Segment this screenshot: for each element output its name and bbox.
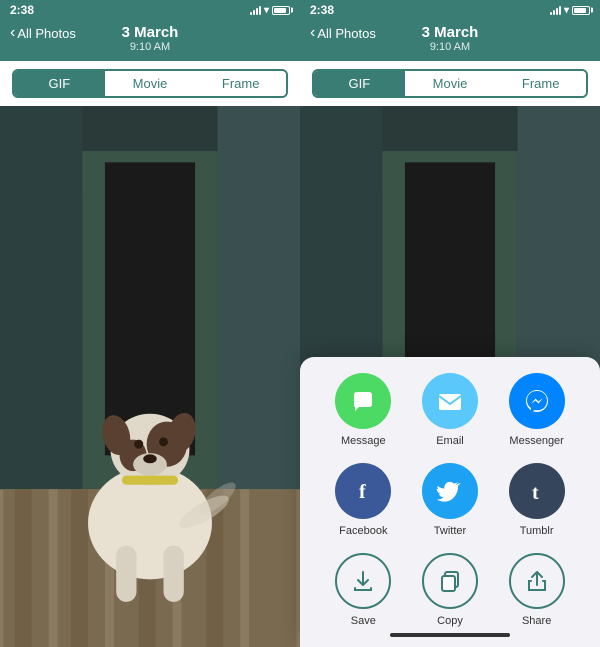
left-nav-subtitle: 9:10 AM — [130, 41, 170, 53]
battery-icon — [272, 6, 290, 15]
segment-frame-left[interactable]: Frame — [195, 71, 286, 96]
share-sheet: Message Email — [300, 357, 600, 647]
tumblr-label: Tumblr — [520, 525, 554, 537]
messenger-label: Messenger — [509, 435, 563, 447]
right-panel: 2:38 ▾ ‹ All Photos 3 March 9:10 AM GIF … — [300, 0, 600, 647]
left-back-label[interactable]: All Photos — [17, 26, 76, 41]
twitter-icon — [422, 463, 478, 519]
left-status-bar: 2:38 ▾ — [0, 0, 300, 20]
copy-svg — [437, 568, 463, 594]
left-chevron-icon: ‹ — [10, 24, 15, 42]
share-message-item[interactable]: Message — [335, 373, 391, 447]
share-tumblr-item[interactable]: t Tumblr — [509, 463, 565, 537]
right-chevron-icon: ‹ — [310, 24, 315, 42]
wifi-icon: ▾ — [264, 5, 269, 16]
right-nav-subtitle: 9:10 AM — [430, 41, 470, 53]
right-nav-title: 3 March — [422, 24, 479, 41]
share-email-item[interactable]: Email — [422, 373, 478, 447]
facebook-svg: f — [349, 477, 377, 505]
segment-gif-left[interactable]: GIF — [14, 71, 105, 96]
right-battery-icon — [572, 6, 590, 15]
save-svg — [350, 568, 376, 594]
right-status-bar: 2:38 ▾ — [300, 0, 600, 20]
left-back-button[interactable]: ‹ All Photos — [10, 24, 76, 42]
segment-movie-right[interactable]: Movie — [405, 71, 496, 96]
save-item[interactable]: Save — [335, 553, 391, 627]
message-svg — [349, 387, 377, 415]
segment-movie-left[interactable]: Movie — [105, 71, 196, 96]
tumblr-icon: t — [509, 463, 565, 519]
tumblr-svg: t — [523, 477, 551, 505]
message-icon — [335, 373, 391, 429]
right-back-button[interactable]: ‹ All Photos — [310, 24, 376, 42]
svg-text:t: t — [532, 482, 539, 504]
copy-label: Copy — [437, 615, 463, 627]
email-icon — [422, 373, 478, 429]
copy-icon — [422, 553, 478, 609]
message-label: Message — [341, 435, 386, 447]
right-nav-bar: ‹ All Photos 3 March 9:10 AM — [300, 20, 600, 61]
facebook-label: Facebook — [339, 525, 387, 537]
right-segment-control: GIF Movie Frame — [312, 69, 588, 98]
segment-gif-right[interactable]: GIF — [314, 71, 405, 96]
save-label: Save — [351, 615, 376, 627]
home-indicator — [390, 633, 510, 637]
messenger-icon — [509, 373, 565, 429]
messenger-svg — [523, 387, 551, 415]
signal-icon — [250, 5, 261, 15]
right-wifi-icon: ▾ — [564, 5, 569, 16]
share-messenger-item[interactable]: Messenger — [509, 373, 565, 447]
right-back-label[interactable]: All Photos — [317, 26, 376, 41]
twitter-svg — [436, 477, 464, 505]
left-nav-bar: ‹ All Photos 3 March 9:10 AM — [0, 20, 300, 61]
share-icon — [509, 553, 565, 609]
twitter-label: Twitter — [434, 525, 466, 537]
right-time: 2:38 — [310, 3, 334, 17]
share-row-3: Save Copy Share — [300, 553, 600, 627]
share-row-1: Message Email — [300, 373, 600, 447]
left-panel: 2:38 ▾ ‹ All Photos 3 March 9:10 AM GIF … — [0, 0, 300, 647]
segment-frame-right[interactable]: Frame — [495, 71, 586, 96]
copy-item[interactable]: Copy — [422, 553, 478, 627]
svg-text:f: f — [359, 481, 366, 503]
left-segment-control: GIF Movie Frame — [12, 69, 288, 98]
left-photo — [0, 106, 300, 647]
right-status-icons: ▾ — [550, 5, 590, 16]
email-svg — [436, 387, 464, 415]
share-label: Share — [522, 615, 551, 627]
share-svg — [524, 568, 550, 594]
left-photo-area — [0, 106, 300, 647]
save-icon — [335, 553, 391, 609]
share-facebook-item[interactable]: f Facebook — [335, 463, 391, 537]
share-row-2: f Facebook Twitter t Tu — [300, 463, 600, 537]
right-signal-icon — [550, 5, 561, 15]
left-status-icons: ▾ — [250, 5, 290, 16]
email-label: Email — [436, 435, 464, 447]
share-twitter-item[interactable]: Twitter — [422, 463, 478, 537]
left-nav-title: 3 March — [122, 24, 179, 41]
left-time: 2:38 — [10, 3, 34, 17]
share-item-btn[interactable]: Share — [509, 553, 565, 627]
facebook-icon: f — [335, 463, 391, 519]
